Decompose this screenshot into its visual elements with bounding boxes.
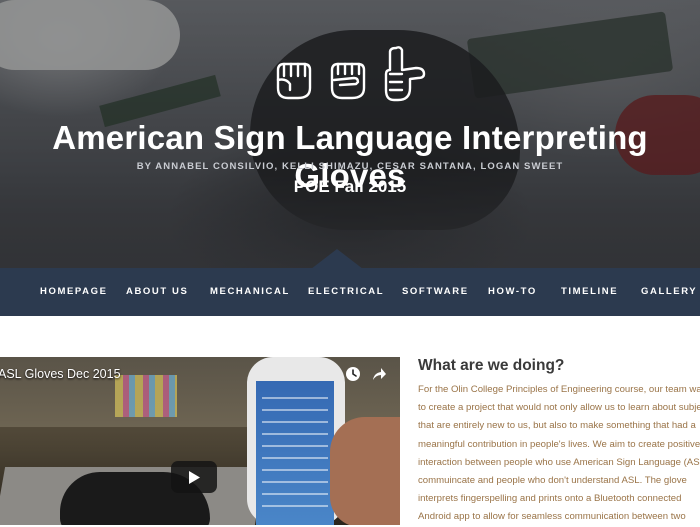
description-line: interaction between people who use Ameri… xyxy=(418,456,700,468)
hero-banner: American Sign Language Interpreting Glov… xyxy=(0,0,700,268)
nav-item-mechanical[interactable]: MECHANICAL xyxy=(210,268,290,316)
description-line: commuincate and people who don't underst… xyxy=(418,475,687,487)
author-byline: BY ANNABEL CONSILVIO, KELLI SHIMAZU, CES… xyxy=(136,161,564,172)
asl-logo xyxy=(0,44,700,102)
nav-item-timeline[interactable]: TIMELINE xyxy=(561,268,618,316)
video-frame-sticky-notes xyxy=(115,375,177,417)
nav-item-gallery[interactable]: GALLERY xyxy=(641,268,697,316)
play-icon xyxy=(189,471,200,484)
description-line: interprets fingerspelling and prints ont… xyxy=(418,493,682,505)
description-text: For the Olin College Principles of Engin… xyxy=(418,381,700,527)
description-line: that are entirely new to us, but also to… xyxy=(418,420,696,432)
video-player[interactable]: ASL Gloves Dec 2015 xyxy=(0,357,400,525)
asl-letter-l-icon xyxy=(385,46,426,102)
project-description: What are we doing? For the Olin College … xyxy=(418,357,700,527)
main-navigation: HOMEPAGE ABOUT US MECHANICAL ELECTRICAL … xyxy=(0,268,700,316)
clock-icon[interactable] xyxy=(345,366,361,382)
description-line: For the Olin College Principles of Engin… xyxy=(418,384,700,395)
nav-item-about-us[interactable]: ABOUT US xyxy=(126,268,188,316)
video-frame-app-list xyxy=(262,397,328,517)
play-button[interactable] xyxy=(171,461,217,493)
nav-item-electrical[interactable]: ELECTRICAL xyxy=(308,268,384,316)
description-line: Android app to allow for seamless commun… xyxy=(418,511,686,523)
page-subtitle: POE Fall 2015 xyxy=(293,177,407,196)
share-icon[interactable] xyxy=(371,366,387,382)
nav-active-indicator xyxy=(311,249,363,269)
section-heading: What are we doing? xyxy=(418,357,565,374)
video-title[interactable]: ASL Gloves Dec 2015 xyxy=(0,367,121,381)
asl-letter-a-icon xyxy=(276,62,311,100)
asl-letter-s-icon xyxy=(330,62,366,100)
nav-item-how-to[interactable]: HOW-TO xyxy=(488,268,537,316)
nav-item-homepage[interactable]: HOMEPAGE xyxy=(40,268,108,316)
description-line: to create a project that would not only … xyxy=(418,402,700,414)
video-frame-hand xyxy=(330,417,400,525)
description-line: meaningful contribution in people's live… xyxy=(418,438,700,450)
nav-item-software[interactable]: SOFTWARE xyxy=(402,268,469,316)
